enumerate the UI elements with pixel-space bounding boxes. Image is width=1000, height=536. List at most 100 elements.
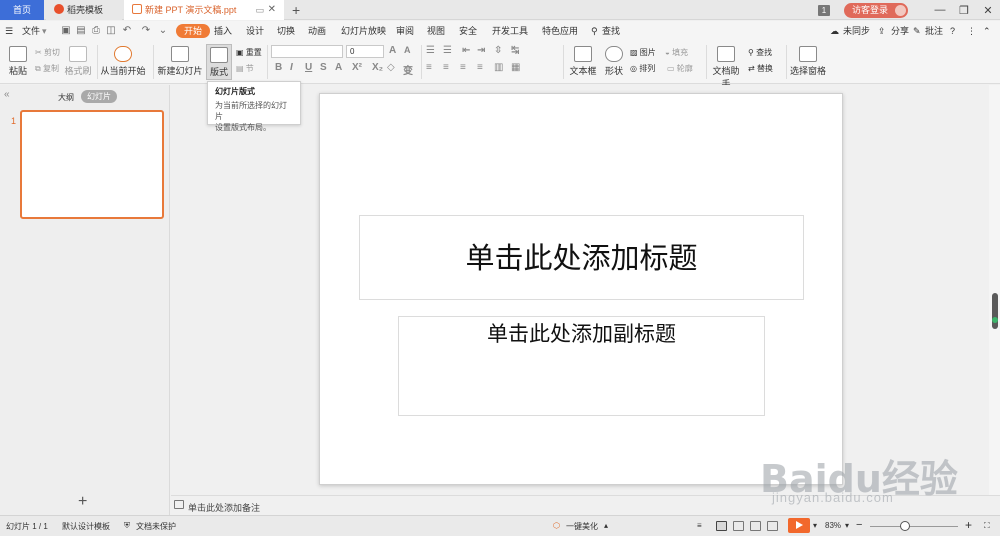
print-icon[interactable]: ⎙ [90,25,102,37]
increase-indent-icon[interactable]: ⇥ [477,45,485,56]
tab-close-icon[interactable]: ✕ [268,0,276,20]
font-size-select[interactable]: 0 [346,45,384,58]
collapse-panel-icon[interactable]: « [4,89,10,100]
clear-format-icon[interactable]: ◇ [387,62,395,73]
font-family-select[interactable] [271,45,343,58]
title-placeholder[interactable]: 单击此处添加标题 [359,215,804,300]
shadow-icon[interactable]: S [320,62,327,73]
justify-icon[interactable]: ≡ [477,62,483,73]
find-button[interactable]: ⚲ 查找 [748,47,772,58]
undo-icon[interactable]: ↶ [121,25,133,37]
search-icon[interactable]: ⚲ [591,21,598,42]
menu-start[interactable]: 开始 [176,24,211,38]
zoom-in-button[interactable]: + [965,518,972,532]
menu-slideshow[interactable]: 幻灯片放映 [341,21,386,42]
format-painter-button[interactable]: 格式刷 [64,46,92,77]
minimize-icon[interactable]: — [928,4,952,16]
zoom-slider[interactable] [870,526,958,527]
menu-review[interactable]: 审阅 [396,21,414,42]
numbered-list-icon[interactable]: ☰ [443,45,452,56]
zoom-dropdown-icon[interactable]: ▾ [845,521,849,530]
presenter-view-icon[interactable] [767,521,778,531]
subscript-icon[interactable]: X₂ [372,62,383,73]
align-right-icon[interactable]: ≡ [460,62,466,73]
add-slide-button[interactable]: + [78,493,87,511]
shape-button[interactable]: 形状 [601,46,627,77]
notes-toggle-icon[interactable]: ≡ [697,521,702,530]
align-left-icon[interactable]: ≡ [426,62,432,73]
tab-slides[interactable]: 幻灯片 [81,90,117,103]
print-preview-icon[interactable]: ◫ [105,25,117,37]
tab-home[interactable]: 首页 [0,0,44,20]
bold-icon[interactable]: B [275,62,282,73]
underline-icon[interactable]: U [305,62,312,73]
tab-document[interactable]: 新建 PPT 演示文稿.ppt ▭ ✕ [124,0,284,20]
decrease-indent-icon[interactable]: ⇤ [462,45,470,56]
new-tab-button[interactable]: + [292,0,300,20]
menu-design[interactable]: 设计 [246,21,264,42]
select-pane-button[interactable]: 选择窗格 [790,46,826,77]
collapse-ribbon-icon[interactable]: ⌃ [983,21,991,42]
bullet-list-icon[interactable]: ☰ [426,45,435,56]
outline-button[interactable]: ▭ 轮廓 [667,63,693,74]
doc-assistant-button[interactable]: 文档助手 [709,46,743,90]
slide[interactable]: 单击此处添加标题 单击此处添加副标题 [319,93,843,485]
file-dropdown-icon[interactable]: ▾ [42,21,47,42]
new-slide-button[interactable]: 新建幻灯片 [157,46,203,77]
play-dropdown-icon[interactable]: ▾ [813,521,817,530]
increase-font-icon[interactable]: A [389,45,396,56]
vertical-scrollbar[interactable] [989,85,1000,495]
tab-pin-icon[interactable]: ▭ [255,0,264,20]
char-spacing-icon[interactable]: 变 [403,62,413,77]
zoom-out-button[interactable]: − [856,519,862,531]
text-box-button[interactable]: 文本框 [567,46,599,77]
share-button[interactable]: 分享 [891,21,909,42]
distribute-icon[interactable]: ▥ [494,62,503,73]
play-slideshow-button[interactable] [788,518,810,533]
reset-button[interactable]: ▣ 重置 [236,47,262,58]
export-pdf-icon[interactable]: ▤ [75,25,87,37]
font-color-icon[interactable]: A [335,62,342,73]
zoom-slider-thumb[interactable] [900,521,910,531]
text-direction-icon[interactable]: ↹ [511,45,519,56]
section-button[interactable]: ▤ 节 [236,63,254,74]
tab-docer-templates[interactable]: 稻壳模板 [46,0,122,20]
beautify-dropdown-icon[interactable]: ▴ [604,521,608,530]
line-spacing-icon[interactable]: ⇳ [494,45,502,56]
help-icon[interactable]: ? [950,21,955,42]
document-protection[interactable]: 文档未保护 [136,521,176,532]
window-count-badge[interactable]: 1 [817,4,830,16]
tab-outline[interactable]: 大纲 [58,92,74,103]
one-click-beautify[interactable]: 一键美化 [566,521,598,532]
slide-sorter-icon[interactable] [733,521,744,531]
fill-button[interactable]: ◒ 填充 [665,47,688,58]
zoom-level[interactable]: 83% [825,521,841,530]
menu-transition[interactable]: 切换 [277,21,295,42]
menu-insert[interactable]: 插入 [214,21,232,42]
annotate-button[interactable]: 批注 [925,21,943,42]
visitor-login-button[interactable]: 访客登录 [843,2,908,18]
menu-developer-tools[interactable]: 开发工具 [492,21,528,42]
menu-animation[interactable]: 动画 [308,21,326,42]
customize-toolbar-icon[interactable]: ⌄ [157,25,169,37]
more-icon[interactable]: ⋮ [967,21,976,42]
scrollbar-thumb[interactable] [992,293,998,329]
subtitle-placeholder[interactable]: 单击此处添加副标题 [398,316,765,416]
play-from-current-button[interactable]: 从当前开始 [100,46,146,77]
menu-security[interactable]: 安全 [459,21,477,42]
italic-icon[interactable]: I [290,62,293,73]
restore-icon[interactable]: ❐ [952,4,976,17]
design-template[interactable]: 默认设计模板 [62,521,110,532]
reading-view-icon[interactable] [750,521,761,531]
hamburger-icon[interactable]: ☰ [5,21,13,42]
superscript-icon[interactable]: X² [352,62,362,73]
arrange-button[interactable]: ◎ 排列 [630,63,655,74]
menu-special-apps[interactable]: 特色应用 [542,21,578,42]
slide-thumbnail[interactable] [20,110,164,219]
redo-icon[interactable]: ↷ [140,25,152,37]
decrease-font-icon[interactable]: A [404,45,411,55]
sync-status[interactable]: 未同步 [843,21,870,42]
align-center-icon[interactable]: ≡ [443,62,449,73]
save-icon[interactable]: ▣ [60,25,72,37]
copy-button[interactable]: ⧉ 复制 [35,63,59,74]
